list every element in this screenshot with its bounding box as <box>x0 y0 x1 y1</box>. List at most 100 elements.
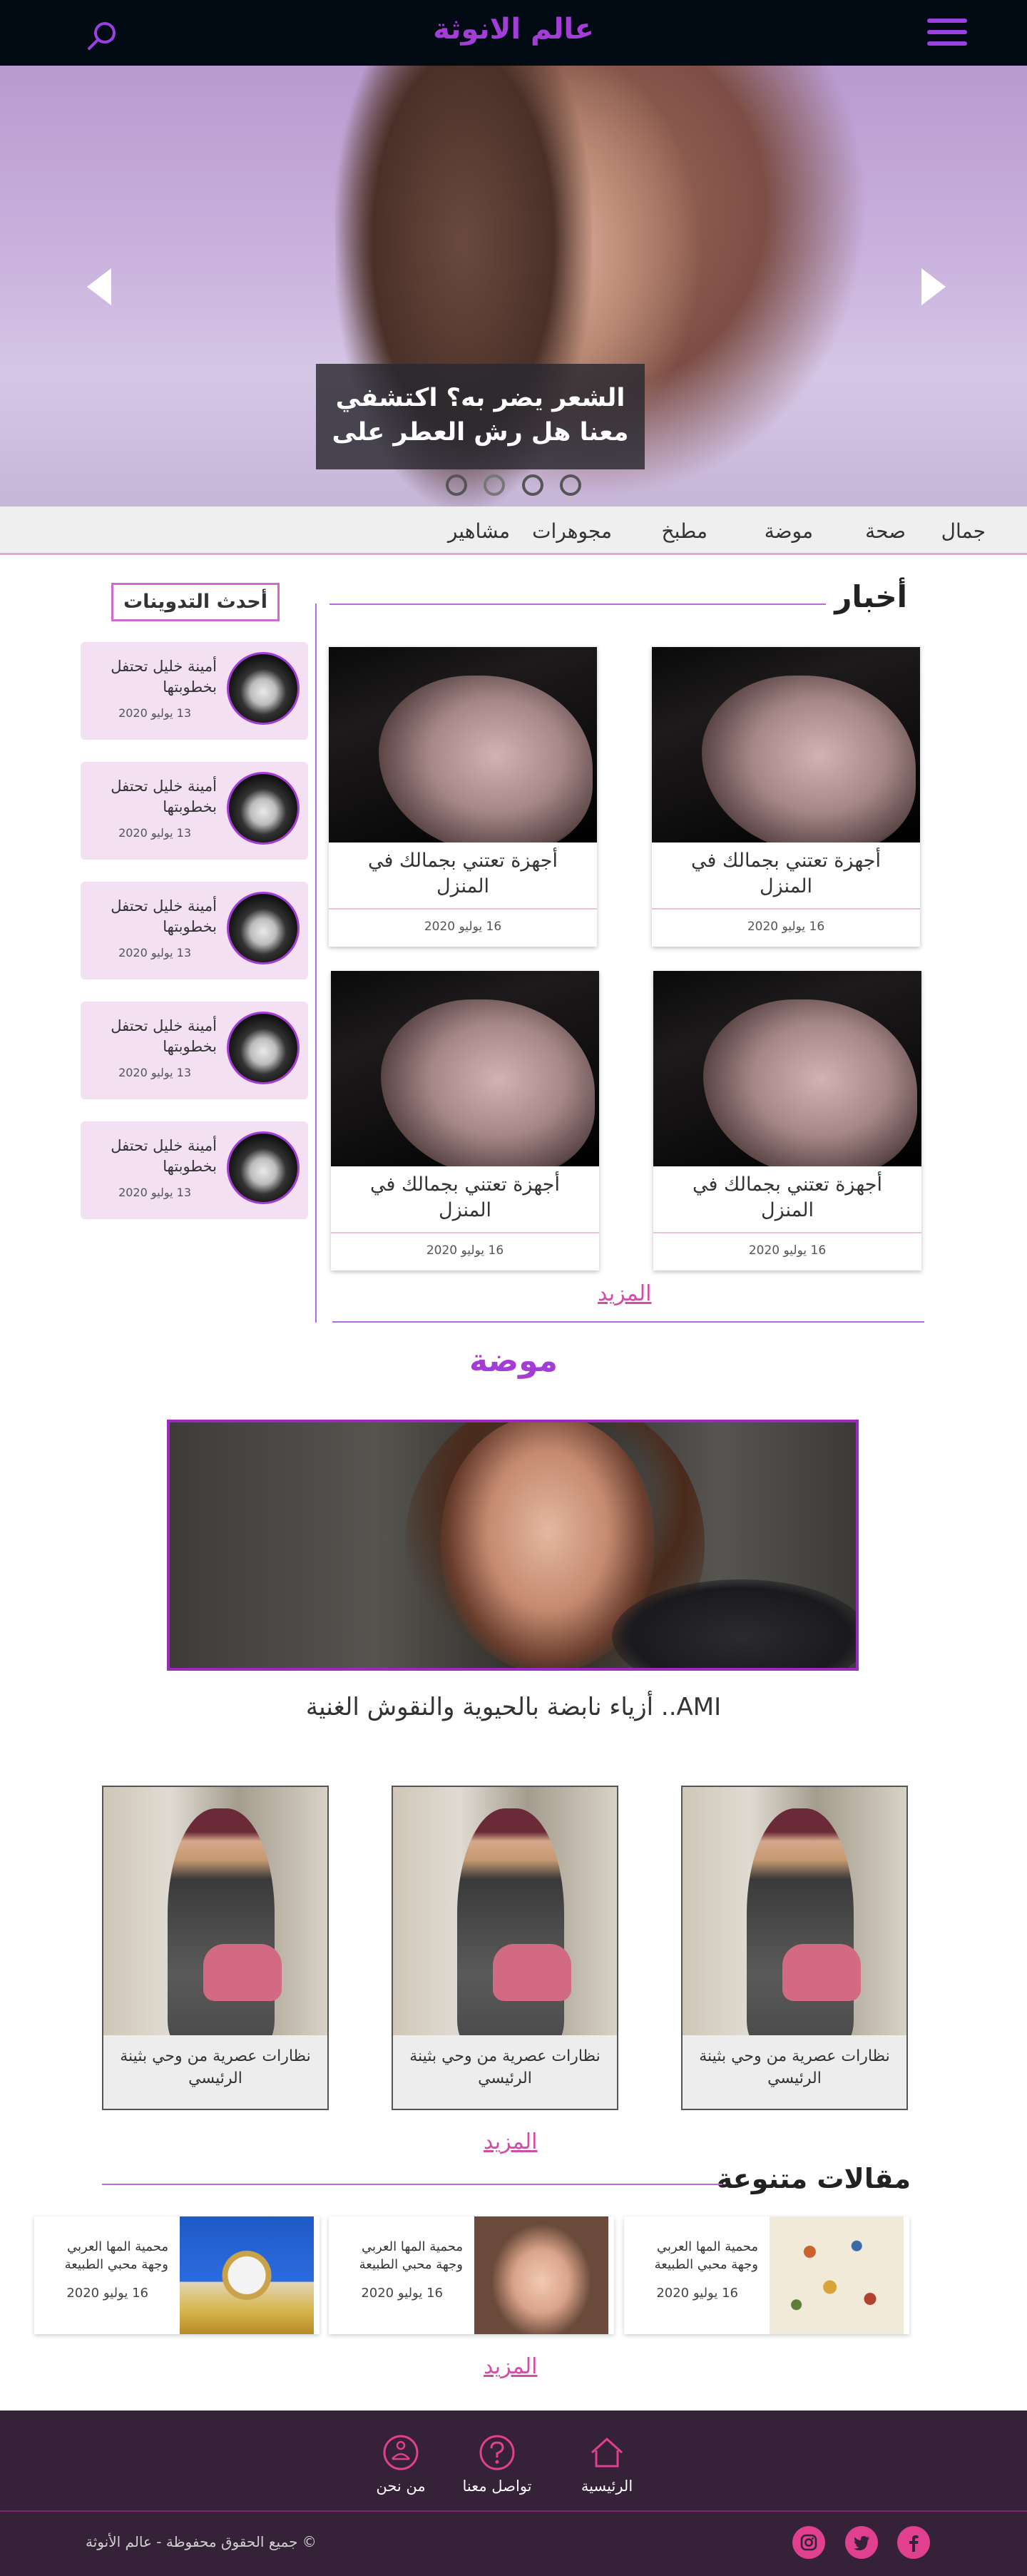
footer-nav-label: تواصل معنا <box>462 2478 532 2495</box>
misc-card-title: محمية المها العربي وجهة محبي الطبيعة <box>359 2239 463 2272</box>
news-card-image <box>652 647 920 842</box>
misc-card-date: 16 يوليو 2020 <box>66 2286 148 2301</box>
fashion-card-image <box>393 1787 617 2035</box>
news-card-divider <box>653 1232 921 1233</box>
news-title-line <box>329 604 826 605</box>
nav-item-kitchen[interactable]: مطبخ <box>662 519 708 543</box>
news-card-title: أجهزة تعتني بجمالك في المنزل <box>691 850 881 897</box>
slider-dot[interactable] <box>521 474 543 496</box>
avatar <box>227 652 300 725</box>
slider-dot[interactable] <box>446 474 468 496</box>
fashion-card[interactable]: نظارات عصرية من وحي بثينة الرئيسي <box>392 1786 618 2110</box>
news-bottom-line <box>332 1321 924 1323</box>
misc-card-date: 16 يوليو 2020 <box>361 2286 443 2301</box>
misc-card[interactable]: محمية المها العربي وجهة محبي الطبيعة 16 … <box>34 2216 320 2334</box>
sidebar-post-title: أمينة خليل تحتفل بخطوبتها <box>111 897 217 935</box>
sidebar-post[interactable]: أمينة خليل تحتفل بخطوبتها 13 يوليو 2020 <box>81 882 308 979</box>
baby-photo-image <box>474 2216 608 2334</box>
news-card-date: 16 يوليو 2020 <box>424 920 502 934</box>
sidebar-post[interactable]: أمينة خليل تحتفل بخطوبتها 13 يوليو 2020 <box>81 762 308 860</box>
avatar <box>227 1131 300 1204</box>
fashion-title: موضة <box>469 1343 558 1379</box>
misc-articles-title: مقالات متنوعة <box>716 2163 911 2194</box>
meditation-icon <box>383 2435 419 2470</box>
avatar <box>227 1012 300 1084</box>
nav-item-health[interactable]: صحة <box>865 519 906 543</box>
sidebar-post-title: أمينة خليل تحتفل بخطوبتها <box>111 1017 217 1055</box>
slider-dots <box>0 474 1027 499</box>
misc-card[interactable]: محمية المها العربي وجهة محبي الطبيعة 16 … <box>329 2216 614 2334</box>
misc-more-link[interactable]: المزيد <box>484 2354 537 2379</box>
fashion-card-title: نظارات عصرية من وحي بثينة الرئيسي <box>120 2047 311 2087</box>
footer-nav-contact[interactable]: تواصل معنا <box>458 2433 536 2495</box>
footer-nav-about[interactable]: من نحن <box>362 2433 440 2495</box>
misc-card[interactable]: محمية المها العربي وجهة محبي الطبيعة 16 … <box>624 2216 909 2334</box>
home-icon <box>591 2437 623 2468</box>
fashion-card[interactable]: نظارات عصرية من وحي بثينة الرئيسي <box>102 1786 329 2110</box>
news-card[interactable]: أجهزة تعتني بجمالك في المنزل 16 يوليو 20… <box>331 971 599 1271</box>
news-card-divider <box>652 908 920 910</box>
search-icon[interactable] <box>86 20 118 53</box>
clock-building-image <box>180 2216 314 2334</box>
fashion-feature-caption[interactable]: AMI.. أزياء نابضة بالحيوية والنقوش الغني… <box>0 1689 1027 1725</box>
site-brand[interactable]: عالم الانوثة <box>0 13 1027 46</box>
misc-card-title: محمية المها العربي وجهة محبي الطبيعة <box>64 2239 168 2272</box>
news-card[interactable]: أجهزة تعتني بجمالك في المنزل 16 يوليو 20… <box>652 647 920 947</box>
chevron-left-icon[interactable] <box>84 265 113 308</box>
nav-item-celebrities[interactable]: مشاهير <box>448 519 510 543</box>
chevron-right-icon[interactable] <box>920 265 949 308</box>
news-card-date: 16 يوليو 2020 <box>748 1243 827 1258</box>
hamburger-menu-icon[interactable] <box>927 19 967 49</box>
copyright-text: © جميع الحقوق محفوظة - عالم الأنوثة <box>86 2533 317 2550</box>
fashion-card-title: نظارات عصرية من وحي بثينة الرئيسي <box>409 2047 601 2087</box>
news-card-date: 16 يوليو 2020 <box>426 1243 504 1258</box>
top-bar: عالم الانوثة <box>0 0 1027 66</box>
nav-item-jewelry[interactable]: مجوهرات <box>532 519 612 543</box>
fashion-feature-image[interactable] <box>167 1420 859 1671</box>
footer-divider <box>0 2510 1027 2512</box>
news-title: أخبار <box>834 579 907 614</box>
sidebar-post-date: 13 يوليو 2020 <box>118 1186 191 1199</box>
misc-title-line <box>102 2184 722 2185</box>
footer-nav-label: الرئيسية <box>581 2478 633 2495</box>
sidebar-post-date: 13 يوليو 2020 <box>118 946 191 959</box>
nav-item-fashion[interactable]: موضة <box>765 519 813 543</box>
misc-card-title: محمية المها العربي وجهة محبي الطبيعة <box>654 2239 758 2272</box>
sidebar-post-title: أمينة خليل تحتفل بخطوبتها <box>111 778 217 815</box>
news-card[interactable]: أجهزة تعتني بجمالك في المنزل 16 يوليو 20… <box>329 647 597 947</box>
news-more-link[interactable]: المزيد <box>598 1281 651 1306</box>
news-card-image <box>329 647 597 842</box>
instagram-icon[interactable] <box>792 2526 825 2559</box>
fashion-card-title: نظارات عصرية من وحي بثينة الرئيسي <box>699 2047 890 2087</box>
slider-dot-active[interactable] <box>484 474 506 496</box>
avatar <box>227 772 300 845</box>
news-side-divider <box>315 604 317 1323</box>
news-card-date: 16 يوليو 2020 <box>747 920 825 934</box>
sidebar-post[interactable]: أمينة خليل تحتفل بخطوبتها 13 يوليو 2020 <box>81 1002 308 1099</box>
nav-item-beauty[interactable]: جمال <box>941 519 986 543</box>
slider-dot[interactable] <box>559 474 581 496</box>
sidebar-post[interactable]: أمينة خليل تحتفل بخطوبتها 13 يوليو 2020 <box>81 1121 308 1219</box>
twitter-icon[interactable] <box>845 2526 878 2559</box>
news-card-image <box>653 971 921 1166</box>
footer: الرئيسية تواصل معنا من نحن © جميع الحقوق… <box>0 2410 1027 2576</box>
sidebar-post-date: 13 يوليو 2020 <box>118 826 191 840</box>
fashion-card-image <box>683 1787 906 2035</box>
latest-posts-title: أحدث التدوينات <box>111 583 280 621</box>
footer-nav-label: من نحن <box>376 2478 426 2495</box>
facebook-icon[interactable] <box>897 2526 930 2559</box>
news-card[interactable]: أجهزة تعتني بجمالك في المنزل 16 يوليو 20… <box>653 971 921 1271</box>
fashion-card[interactable]: نظارات عصرية من وحي بثينة الرئيسي <box>681 1786 908 2110</box>
news-card-divider <box>329 908 597 910</box>
category-nav: جمال صحة موضة مطبخ مجوهرات مشاهير <box>0 506 1027 555</box>
news-card-title: أجهزة تعتني بجمالك في المنزل <box>693 1174 882 1221</box>
news-card-title: أجهزة تعتني بجمالك في المنزل <box>370 1174 560 1221</box>
fashion-more-link[interactable]: المزيد <box>484 2129 537 2154</box>
question-icon <box>479 2435 515 2470</box>
sidebar-post-date: 13 يوليو 2020 <box>118 1066 191 1079</box>
sidebar-post[interactable]: أمينة خليل تحتفل بخطوبتها 13 يوليو 2020 <box>81 642 308 740</box>
footer-nav-home[interactable]: الرئيسية <box>568 2433 646 2495</box>
news-card-image <box>331 971 599 1166</box>
misc-card-date: 16 يوليو 2020 <box>656 2286 738 2301</box>
hero-caption[interactable]: الشعر يضر به؟ اكتشفي معنا هل رش العطر عل… <box>316 364 645 469</box>
